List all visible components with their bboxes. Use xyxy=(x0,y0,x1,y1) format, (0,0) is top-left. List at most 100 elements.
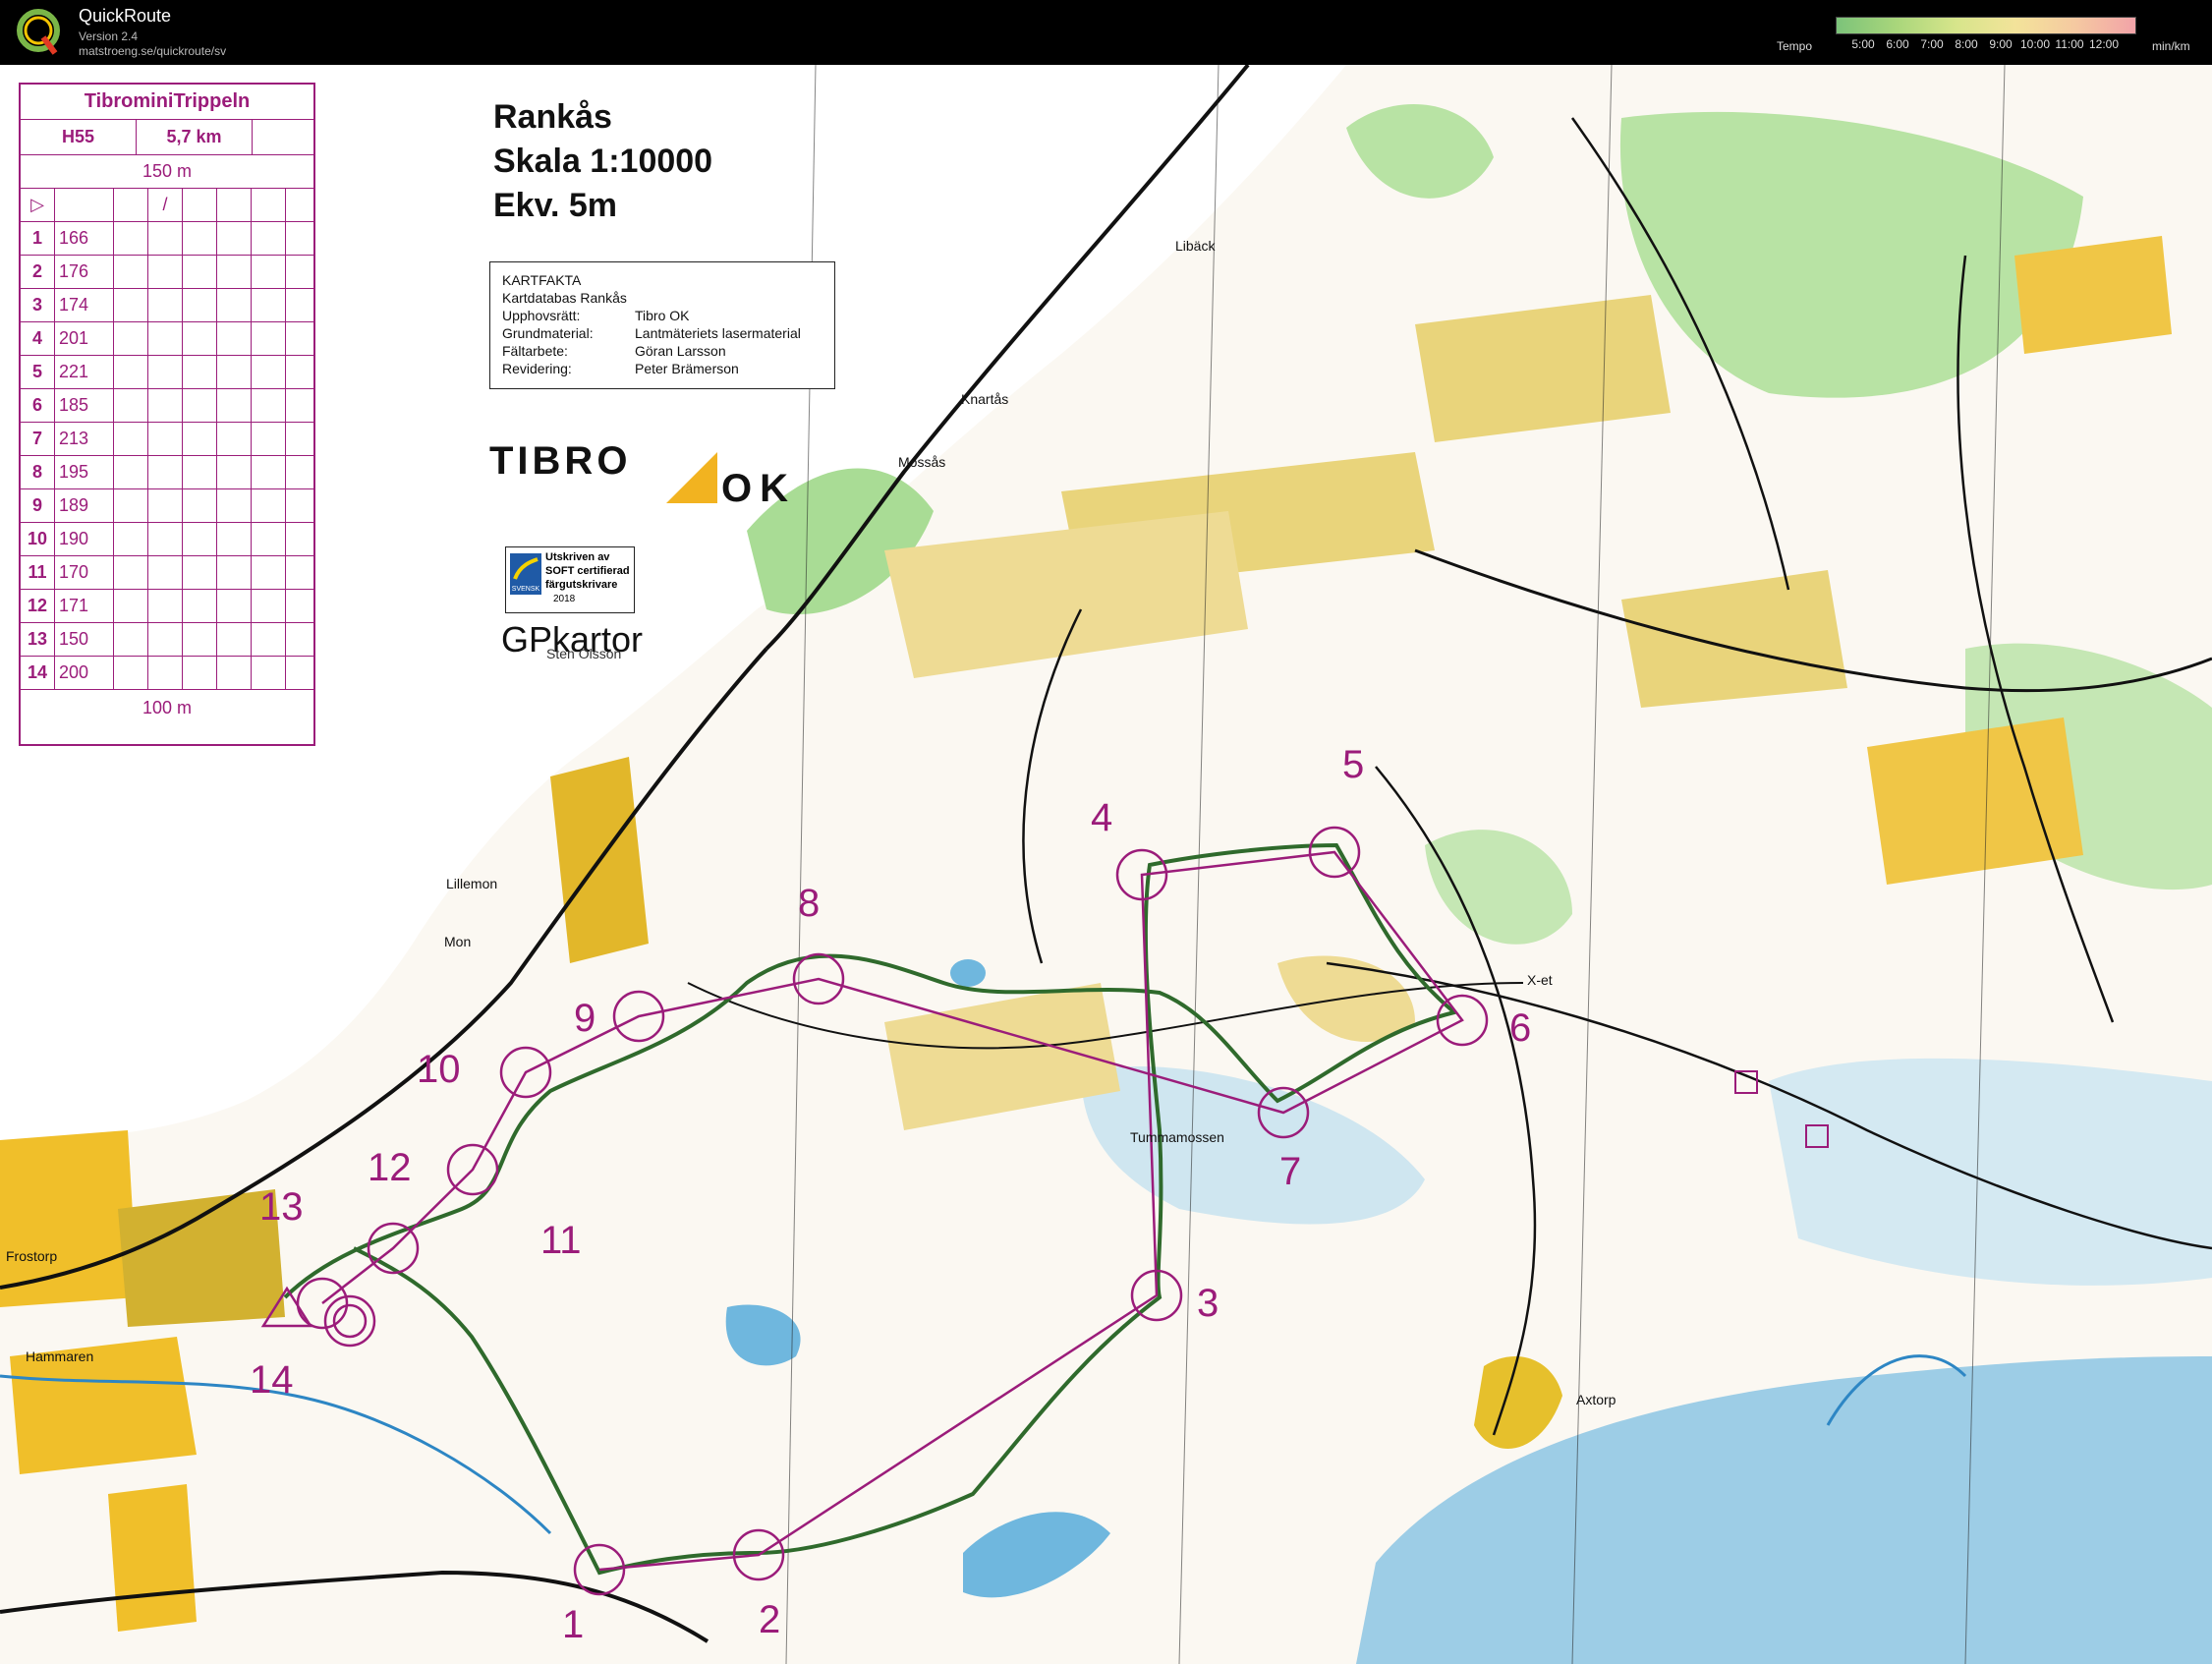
control-code: 176 xyxy=(55,256,114,288)
control-number: 10 xyxy=(417,1048,461,1091)
control-sequence: 13 xyxy=(21,623,55,656)
description-cell xyxy=(183,389,217,422)
logo-triangle-icon xyxy=(666,452,717,503)
control-sequence: 11 xyxy=(21,556,55,589)
tempo-tick: 5:00 xyxy=(1851,37,1875,51)
control-code: 166 xyxy=(55,222,114,255)
description-cell xyxy=(217,523,252,555)
kartfakta-heading: KARTFAKTA xyxy=(502,272,582,288)
description-cell xyxy=(183,523,217,555)
course-name: TibrominiTrippeln xyxy=(84,90,251,112)
description-cell xyxy=(114,523,148,555)
control-row: 3 174 xyxy=(21,289,313,322)
tibro-ok-logo: TIBRO OK xyxy=(489,439,796,507)
description-cell xyxy=(217,423,252,455)
control-code: 174 xyxy=(55,289,114,321)
description-cell xyxy=(114,489,148,522)
control-code: 201 xyxy=(55,322,114,355)
description-cell xyxy=(252,489,286,522)
description-cell xyxy=(148,356,183,388)
description-cell xyxy=(114,322,148,355)
description-cell xyxy=(252,590,286,622)
kartfakta-row: Upphovsrätt: Tibro OK xyxy=(502,308,690,323)
description-cell xyxy=(252,523,286,555)
control-row: 8 195 xyxy=(21,456,313,489)
description-cell xyxy=(217,389,252,422)
app-version: Version 2.4 xyxy=(79,29,139,43)
description-cell xyxy=(252,356,286,388)
control-number: 8 xyxy=(798,882,821,925)
control-row: 7 213 xyxy=(21,423,313,456)
logo-text-tibro: TIBRO xyxy=(489,439,631,483)
description-cell xyxy=(217,489,252,522)
description-cell xyxy=(252,389,286,422)
description-cell xyxy=(252,657,286,689)
description-cell xyxy=(183,456,217,488)
description-cell xyxy=(252,289,286,321)
control-description-sheet: TibrominiTrippeln H55 5,7 km 150 m ▷ / 1… xyxy=(19,83,315,746)
tempo-tick: 8:00 xyxy=(1955,37,1978,51)
control-code: 195 xyxy=(55,456,114,488)
control-sequence: 6 xyxy=(21,389,55,422)
map-scale: Skala 1:10000 xyxy=(493,143,713,180)
description-cell xyxy=(217,289,252,321)
control-number: 7 xyxy=(1279,1150,1302,1193)
start-marking-row: 150 m xyxy=(21,155,313,189)
description-cell xyxy=(217,657,252,689)
description-cell xyxy=(183,590,217,622)
description-cell xyxy=(114,657,148,689)
tempo-label: Tempo xyxy=(1777,39,1813,53)
tempo-tick: 12:00 xyxy=(2088,37,2120,51)
description-cell xyxy=(183,322,217,355)
orienteering-map[interactable] xyxy=(0,65,2212,1664)
description-cell xyxy=(148,222,183,255)
description-cell xyxy=(114,256,148,288)
control-code: 221 xyxy=(55,356,114,388)
place-label: Libäck xyxy=(1175,238,1216,254)
description-cell xyxy=(252,556,286,589)
course-class-row: H55 5,7 km xyxy=(21,120,313,155)
quickroute-logo-icon xyxy=(17,9,60,55)
app-url[interactable]: matstroeng.se/quickroute/sv xyxy=(79,44,226,58)
description-cell xyxy=(217,356,252,388)
control-row: 13 150 xyxy=(21,623,313,657)
place-label: Knartås xyxy=(961,391,1009,407)
control-row: 14 200 xyxy=(21,657,313,690)
description-cell xyxy=(217,322,252,355)
tempo-color-scale xyxy=(1836,17,2136,34)
start-marking: 150 m xyxy=(142,161,193,181)
place-label: X-et xyxy=(1527,972,1553,988)
description-cell xyxy=(217,256,252,288)
description-cell xyxy=(114,222,148,255)
tempo-tick: 10:00 xyxy=(2019,37,2051,51)
description-cell xyxy=(114,389,148,422)
title-bar: QuickRoute Version 2.4 matstroeng.se/qui… xyxy=(0,0,2212,65)
course-class: H55 xyxy=(21,120,137,154)
kartfakta-box: KARTFAKTA Kartdatabas Rankås Upphovsrätt… xyxy=(489,261,835,389)
course-name-row: TibrominiTrippeln xyxy=(21,85,313,120)
course-length: 5,7 km xyxy=(137,120,253,154)
place-label: Tummamossen xyxy=(1130,1129,1224,1145)
logo-text-ok: OK xyxy=(721,467,796,507)
gp-kartor-sub: Sten Olsson xyxy=(546,646,622,661)
open-land-7 xyxy=(2014,236,2172,354)
soft-badge-icon: SVENSK xyxy=(510,553,541,595)
control-row: 11 170 xyxy=(21,556,313,590)
description-cell xyxy=(183,222,217,255)
control-sequence: 8 xyxy=(21,456,55,488)
control-sequence: 9 xyxy=(21,489,55,522)
control-sequence: 4 xyxy=(21,322,55,355)
control-number: 4 xyxy=(1091,796,1113,839)
start-symbol-icon: ▷ xyxy=(21,189,55,221)
control-number: 1 xyxy=(562,1603,585,1646)
control-sequence: 14 xyxy=(21,657,55,689)
description-cell xyxy=(183,289,217,321)
control-sequence: 2 xyxy=(21,256,55,288)
tempo-unit: min/km xyxy=(2152,39,2190,53)
control-sequence: 12 xyxy=(21,590,55,622)
pond-3 xyxy=(950,959,986,987)
description-cell xyxy=(114,590,148,622)
control-sequence: 1 xyxy=(21,222,55,255)
description-cell xyxy=(217,623,252,656)
description-cell xyxy=(252,322,286,355)
